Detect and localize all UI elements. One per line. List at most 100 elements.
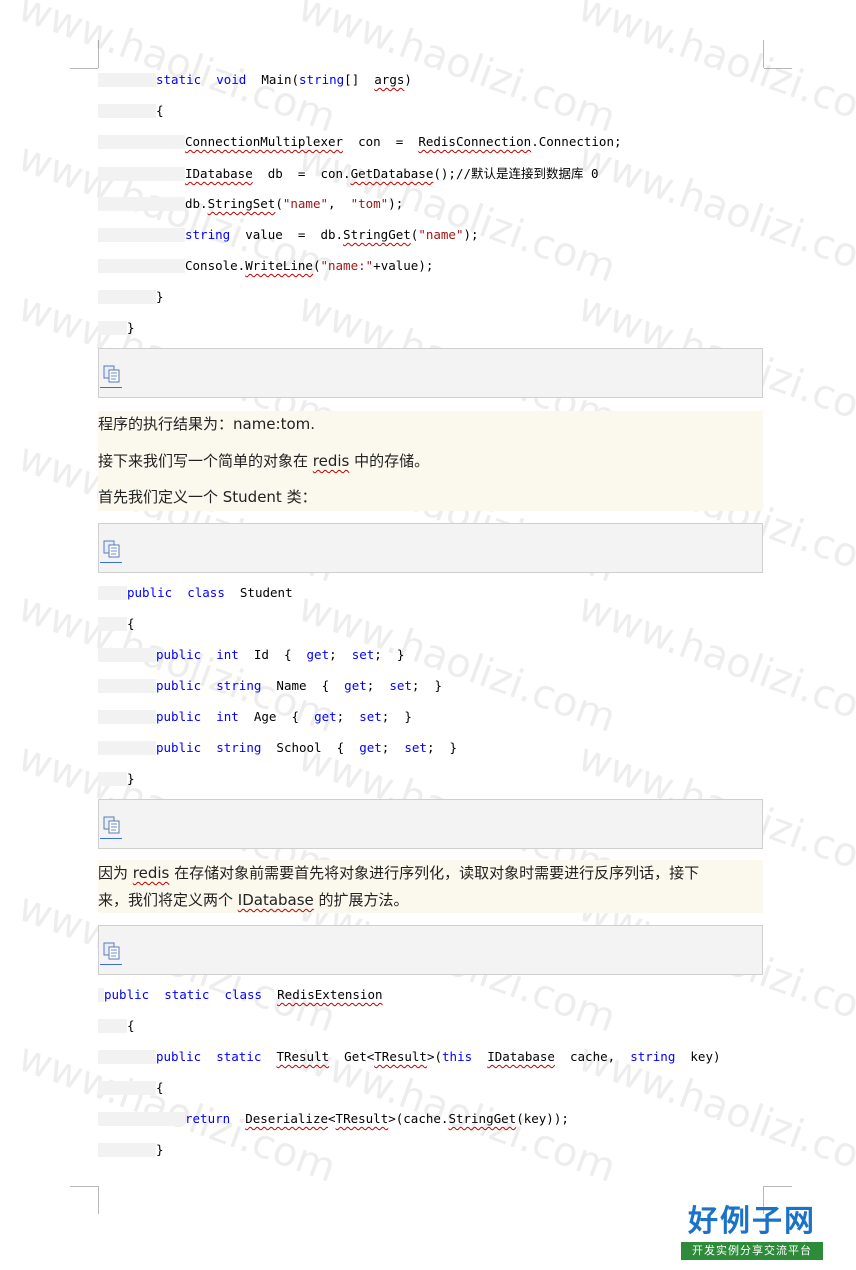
spellcheck-word: RedisExtension [277, 987, 383, 1002]
code-line: static void Main(string[] args) [156, 72, 412, 88]
code-line-shade [98, 617, 127, 631]
crop-mark-top-left-h [70, 68, 98, 69]
logo-title: 好例子网 [688, 1204, 816, 1239]
copy-link-underline [100, 562, 122, 563]
code-line: public string Name { get; set; } [156, 678, 442, 694]
code-keyword: get [314, 709, 337, 724]
code-line: public string School { get; set; } [156, 740, 457, 756]
code-line: string value = db.StringGet("name"); [185, 227, 479, 243]
code-text: Student [224, 585, 293, 600]
code-text: 在存储对象前需要首先将对象进行序列化，读取对象时需要进行反序列话，接下 [169, 864, 700, 882]
paragraph-line: 接下来我们写一个简单的对象在 redis 中的存储。 [98, 449, 429, 473]
code-keyword: set [389, 678, 412, 693]
spellcheck-word: GetDatabase [350, 166, 434, 181]
code-keyword: get [344, 678, 367, 693]
code-text: 因为 [98, 864, 133, 882]
code-text: ; [366, 678, 390, 693]
spellcheck-word: ConnectionMultiplexer [185, 134, 344, 149]
code-line: db.StringSet("name", "tom"); [185, 196, 403, 212]
spellcheck-word: args [374, 72, 405, 87]
copy-code-bar[interactable] [98, 523, 763, 573]
code-line: } [127, 320, 135, 336]
copy-code-bar[interactable] [98, 799, 763, 849]
crop-mark-top-left-v [98, 40, 99, 68]
code-line: } [127, 771, 135, 787]
code-line: public static TResult Get<TResult>(this … [156, 1049, 721, 1065]
copy-code-icon[interactable] [102, 815, 122, 835]
site-logo[interactable]: 好例子网 开发实例分享交流平台 [681, 1203, 823, 1261]
code-keyword: public [127, 585, 173, 600]
code-line-shade [98, 741, 156, 755]
code-line: Console.WriteLine("name:"+value); [185, 258, 433, 274]
code-line: public int Id { get; set; } [156, 647, 404, 663]
spellcheck-word: redis [312, 452, 350, 470]
spellcheck-word: TResult [374, 1049, 427, 1064]
code-line-shade [98, 321, 127, 335]
code-text: { [156, 103, 164, 118]
code-string: "name" [282, 196, 328, 211]
code-text: } [156, 289, 164, 304]
code-text: 接下来我们写一个简单的对象在 [98, 452, 313, 470]
code-text: ; [329, 647, 352, 662]
code-line: { [127, 1018, 135, 1034]
code-keyword: string [185, 227, 231, 242]
code-line-shade [98, 679, 156, 693]
code-text: ; [336, 709, 360, 724]
copy-code-bar[interactable] [98, 348, 763, 398]
watermark-text: www.haolizi.com [572, 0, 856, 142]
code-line: return Deserialize<TResult>(cache.String… [185, 1111, 569, 1127]
copy-code-icon[interactable] [102, 539, 122, 559]
code-line-shade [98, 710, 156, 724]
spellcheck-word: StringSet [207, 196, 276, 211]
crop-mark-bottom-left-h [70, 1186, 98, 1187]
code-line: ConnectionMultiplexer con = RedisConnect… [185, 134, 622, 150]
code-text: 程序的执行结果为：name:tom. [98, 415, 316, 433]
code-line-shade [98, 259, 185, 273]
spellcheck-word: StringGet [343, 227, 411, 242]
code-line-shade [98, 290, 156, 304]
copy-code-icon[interactable] [102, 941, 122, 961]
code-text: 来，我们将定义两个 [98, 891, 238, 909]
paragraph-line: 来，我们将定义两个 IDatabase 的扩展方法。 [98, 888, 409, 912]
code-line: public class Student [127, 585, 293, 601]
code-keyword: get [306, 647, 330, 662]
code-keyword: get [359, 740, 382, 755]
code-line-shade [98, 586, 127, 600]
code-text: } [127, 320, 135, 335]
code-line: public static class RedisExtension [104, 987, 383, 1003]
code-keyword: static [164, 987, 210, 1002]
code-line: IDatabase db = con.GetDatabase();//默认是连接… [185, 166, 599, 182]
code-keyword: set [404, 740, 427, 755]
spellcheck-word: WriteLine [245, 258, 313, 273]
copy-code-bar[interactable] [98, 925, 763, 975]
code-keyword: int [216, 709, 239, 724]
code-line-shade [98, 197, 185, 211]
spellcheck-word: TResult [335, 1111, 389, 1126]
code-text: .Connection; [531, 134, 622, 149]
paragraph-line: 因为 redis 在存储对象前需要首先将对象进行序列化，读取对象时需要进行反序列… [98, 861, 699, 885]
code-text: ); [388, 196, 404, 211]
code-keyword: void [216, 72, 247, 87]
code-string: "name" [418, 227, 464, 242]
code-keyword: string [299, 72, 345, 87]
copy-code-icon[interactable] [102, 364, 122, 384]
code-line-shade [98, 167, 185, 181]
code-string: "name:" [320, 258, 374, 273]
code-line-shade [98, 1050, 156, 1064]
code-text: ( [275, 196, 283, 211]
logo-subtitle: 开发实例分享交流平台 [681, 1242, 823, 1260]
code-line: public int Age { get; set; } [156, 709, 412, 725]
code-line-shade [98, 228, 185, 242]
copy-link-underline [100, 387, 122, 388]
code-string: "tom" [350, 196, 389, 211]
code-text: con = [343, 134, 419, 149]
watermark-text: www.haolizi.com [572, 584, 856, 742]
